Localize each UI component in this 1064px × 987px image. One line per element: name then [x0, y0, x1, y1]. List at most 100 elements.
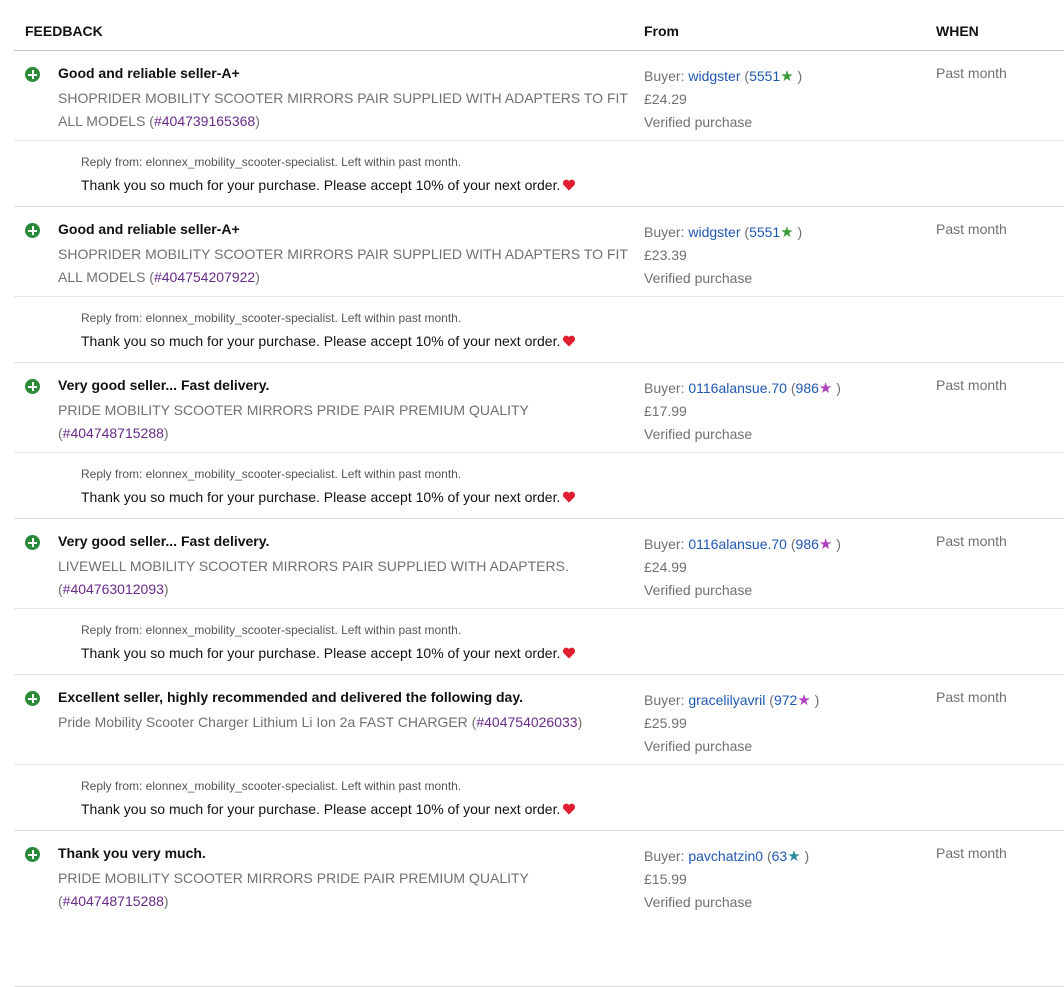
- from-column: Buyer: pavchatzin0 (63★ ) £15.99 Verifie…: [644, 845, 809, 914]
- item-title: SHOPRIDER MOBILITY SCOOTER MIRRORS PAIR …: [58, 90, 628, 129]
- table-header: FEEDBACK From WHEN: [14, 0, 1064, 51]
- buyer-prefix: Buyer:: [644, 68, 689, 84]
- feedback-entry: Very good seller... Fast delivery. LIVEW…: [14, 519, 1064, 675]
- seller-reply: Reply from: elonnex_mobility_scooter-spe…: [81, 311, 576, 349]
- feedback-comment: Very good seller... Fast delivery.: [58, 377, 270, 393]
- buyer-line: Buyer: 0116alansue.70 (986★ ): [644, 380, 841, 397]
- plus-circle-icon: [25, 379, 40, 394]
- buyer-name-link[interactable]: widgster: [688, 68, 740, 84]
- from-column: Buyer: 0116alansue.70 (986★ ) £17.99 Ver…: [644, 377, 841, 446]
- buyer-prefix: Buyer:: [644, 224, 689, 240]
- buyer-line: Buyer: widgster (5551★ ): [644, 224, 803, 241]
- star-icon: ★: [787, 848, 801, 865]
- feedback-when: Past month: [936, 65, 1007, 81]
- buyer-score: 972: [773, 692, 798, 708]
- feedback-entry: Good and reliable seller-A+ SHOPRIDER MO…: [14, 51, 1064, 207]
- header-from: From: [644, 23, 679, 39]
- feedback-comment: Thank you very much.: [58, 845, 206, 861]
- reply-message: Thank you so much for your purchase. Ple…: [81, 801, 576, 817]
- star-icon: ★: [780, 224, 794, 241]
- feedback-main: Very good seller... Fast delivery. LIVEW…: [14, 519, 1064, 609]
- feedback-list: Good and reliable seller-A+ SHOPRIDER MO…: [0, 51, 1064, 987]
- verified-purchase: Verified purchase: [644, 738, 753, 754]
- item-number-link[interactable]: #404754026033: [476, 714, 577, 730]
- item-number-link[interactable]: #404754207922: [154, 269, 255, 285]
- item-title-text: SHOPRIDER MOBILITY SCOOTER MIRRORS PAIR …: [58, 90, 628, 129]
- verified-purchase: Verified purchase: [644, 270, 753, 286]
- item-number-link[interactable]: #404739165368: [154, 113, 255, 129]
- reply-message: Thank you so much for your purchase. Ple…: [81, 645, 576, 661]
- from-column: Buyer: widgster (5551★ ) £23.39 Verified…: [644, 221, 802, 290]
- feedback-comment: Good and reliable seller-A+: [58, 221, 240, 237]
- star-icon: ★: [797, 692, 811, 709]
- reply-message: Thank you so much for your purchase. Ple…: [81, 489, 576, 505]
- item-title-text: Pride Mobility Scooter Charger Lithium L…: [58, 714, 468, 730]
- item-title-text: PRIDE MOBILITY SCOOTER MIRRORS PRIDE PAI…: [58, 870, 529, 886]
- buyer-score-link[interactable]: 63★: [772, 848, 801, 865]
- feedback-when: Past month: [936, 689, 1007, 705]
- heart-icon: [563, 491, 576, 503]
- feedback-when: Past month: [936, 377, 1007, 393]
- plus-circle-icon: [25, 67, 40, 82]
- buyer-name-link[interactable]: widgster: [688, 224, 740, 240]
- buyer-score: 986: [795, 380, 819, 396]
- plus-circle-icon: [25, 535, 40, 550]
- verified-purchase: Verified purchase: [644, 894, 753, 910]
- item-number-link[interactable]: #404748715288: [63, 425, 164, 441]
- buyer-score: 986: [795, 536, 819, 552]
- reply-message: Thank you so much for your purchase. Ple…: [81, 333, 576, 349]
- star-icon: ★: [818, 380, 833, 397]
- item-number-link[interactable]: #404748715288: [63, 893, 164, 909]
- heart-icon: [563, 179, 576, 191]
- item-title-text: LIVEWELL MOBILITY SCOOTER MIRRORS PAIR S…: [58, 558, 569, 574]
- buyer-prefix: Buyer:: [644, 692, 689, 708]
- buyer-name-link[interactable]: gracelilyavril: [688, 692, 765, 708]
- buyer-score: 5551: [749, 224, 781, 240]
- buyer-name-link[interactable]: 0116alansue.70: [688, 536, 787, 552]
- reply-text: Thank you so much for your purchase. Ple…: [81, 801, 561, 817]
- from-column: Buyer: 0116alansue.70 (986★ ) £24.99 Ver…: [644, 533, 841, 602]
- item-title-text: SHOPRIDER MOBILITY SCOOTER MIRRORS PAIR …: [58, 246, 628, 285]
- plus-circle-icon: [25, 691, 40, 706]
- feedback-comment: Excellent seller, highly recommended and…: [58, 689, 523, 705]
- feedback-entry: Very good seller... Fast delivery. PRIDE…: [14, 363, 1064, 519]
- feedback-main: Good and reliable seller-A+ SHOPRIDER MO…: [14, 51, 1064, 141]
- header-feedback: FEEDBACK: [25, 23, 103, 39]
- feedback-main: Very good seller... Fast delivery. PRIDE…: [14, 363, 1064, 453]
- buyer-line: Buyer: widgster (5551★ ): [644, 68, 803, 85]
- feedback-entry: Good and reliable seller-A+ SHOPRIDER MO…: [14, 207, 1064, 363]
- buyer-score-link[interactable]: 5551★: [749, 224, 794, 241]
- buyer-score-link[interactable]: 5551★: [749, 68, 794, 85]
- buyer-name-link[interactable]: 0116alansue.70: [688, 380, 787, 396]
- item-title: Pride Mobility Scooter Charger Lithium L…: [58, 714, 583, 730]
- feedback-main: Thank you very much. PRIDE MOBILITY SCOO…: [14, 831, 1064, 920]
- feedback-when: Past month: [936, 845, 1007, 861]
- item-title: SHOPRIDER MOBILITY SCOOTER MIRRORS PAIR …: [58, 246, 628, 285]
- price: £15.99: [644, 871, 687, 887]
- buyer-line: Buyer: pavchatzin0 (63★ ): [644, 848, 810, 865]
- heart-icon: [563, 803, 576, 815]
- plus-circle-icon: [25, 223, 40, 238]
- price: £23.39: [644, 247, 687, 263]
- seller-reply: Reply from: elonnex_mobility_scooter-spe…: [81, 623, 576, 661]
- star-icon: ★: [780, 68, 794, 85]
- feedback-when: Past month: [936, 221, 1007, 237]
- from-column: Buyer: widgster (5551★ ) £24.29 Verified…: [644, 65, 802, 134]
- buyer-score-link[interactable]: 986★: [795, 536, 833, 553]
- item-title: PRIDE MOBILITY SCOOTER MIRRORS PRIDE PAI…: [58, 870, 529, 909]
- reply-message: Thank you so much for your purchase. Ple…: [81, 177, 576, 193]
- buyer-score-link[interactable]: 972★: [773, 692, 811, 709]
- seller-reply: Reply from: elonnex_mobility_scooter-spe…: [81, 467, 576, 505]
- item-number-link[interactable]: #404763012093: [63, 581, 164, 597]
- feedback-entry: Thank you very much. PRIDE MOBILITY SCOO…: [14, 831, 1064, 987]
- buyer-score-link[interactable]: 986★: [795, 380, 833, 397]
- verified-purchase: Verified purchase: [644, 426, 753, 442]
- price: £17.99: [644, 403, 687, 419]
- feedback-main: Good and reliable seller-A+ SHOPRIDER MO…: [14, 207, 1064, 297]
- heart-icon: [563, 335, 576, 347]
- seller-reply: Reply from: elonnex_mobility_scooter-spe…: [81, 155, 576, 193]
- price: £25.99: [644, 715, 687, 731]
- feedback-comment: Very good seller... Fast delivery.: [58, 533, 270, 549]
- feedback-comment: Good and reliable seller-A+: [58, 65, 240, 81]
- buyer-name-link[interactable]: pavchatzin0: [688, 848, 763, 864]
